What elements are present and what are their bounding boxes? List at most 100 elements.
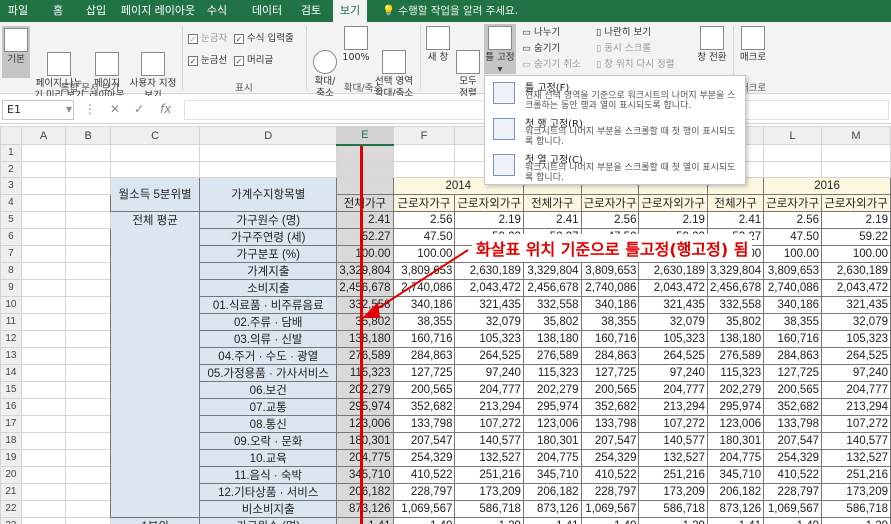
value-cell[interactable]: 213,294: [454, 397, 524, 416]
zoom-100-button[interactable]: 100%: [342, 26, 370, 64]
tab-home[interactable]: 홈: [40, 0, 76, 22]
cell[interactable]: [392, 144, 456, 162]
cell[interactable]: [65, 278, 112, 297]
item-label-cell[interactable]: 가구원수 (명): [199, 210, 338, 229]
menu-item-freeze-top-row[interactable]: 첫 행 고정(R) 워크시트의 나머지 부분을 스크롤할 때 첫 행이 표시되도…: [485, 112, 747, 148]
value-cell[interactable]: 133,798: [580, 414, 640, 433]
cancel-icon[interactable]: ✕: [110, 102, 120, 116]
cell[interactable]: [110, 144, 201, 162]
value-cell[interactable]: 133,798: [392, 414, 456, 433]
value-cell[interactable]: 1.29: [821, 516, 891, 524]
item-label-cell[interactable]: 02.주류 · 담배: [199, 312, 338, 331]
value-cell[interactable]: 160,716: [763, 329, 823, 348]
value-cell[interactable]: 180,301: [706, 431, 765, 450]
row-header[interactable]: 7: [0, 244, 22, 263]
item-label-cell[interactable]: 07.교통: [199, 397, 338, 416]
row-header[interactable]: 21: [0, 482, 22, 501]
value-cell[interactable]: 173,209: [638, 482, 708, 501]
cell[interactable]: [20, 261, 67, 280]
value-cell[interactable]: 410,522: [580, 465, 640, 484]
cell[interactable]: [20, 329, 67, 348]
subheader-cell[interactable]: 전체가구: [336, 193, 394, 212]
tab-formulas[interactable]: 수식: [200, 0, 234, 22]
row-header[interactable]: 13: [0, 346, 22, 365]
value-cell[interactable]: 2.41: [706, 210, 765, 229]
value-cell[interactable]: 873,126: [706, 499, 765, 518]
value-cell[interactable]: 251,216: [638, 465, 708, 484]
value-cell[interactable]: 284,863: [392, 346, 456, 365]
cell[interactable]: [199, 144, 338, 162]
unhide-button[interactable]: ▭ 숨기기 취소: [522, 58, 581, 72]
cell[interactable]: [65, 397, 112, 416]
cell[interactable]: [65, 160, 112, 178]
row-header[interactable]: 3: [0, 177, 22, 195]
value-cell[interactable]: 123,006: [522, 414, 582, 433]
value-cell[interactable]: 2.56: [763, 210, 823, 229]
item-label-cell[interactable]: 01.식료품 · 비주류음료: [199, 295, 338, 314]
freeze-panes-button[interactable]: 틀 고정 ▾: [484, 24, 516, 75]
value-cell[interactable]: 284,863: [580, 346, 640, 365]
value-cell[interactable]: 35,802: [336, 312, 394, 331]
value-cell[interactable]: 127,725: [392, 363, 456, 382]
value-cell[interactable]: 132,527: [821, 448, 891, 467]
cell[interactable]: [65, 380, 112, 399]
value-cell[interactable]: 180,301: [336, 431, 394, 450]
value-cell[interactable]: 207,547: [763, 431, 823, 450]
value-cell[interactable]: 180,301: [522, 431, 582, 450]
cell[interactable]: [20, 448, 67, 467]
cell[interactable]: [20, 177, 67, 195]
value-cell[interactable]: 132,527: [638, 448, 708, 467]
cell[interactable]: [336, 160, 394, 178]
value-cell[interactable]: 59.22: [821, 227, 891, 246]
row-header[interactable]: 5: [0, 210, 22, 229]
item-label-cell[interactable]: 04.주거 · 수도 · 광열: [199, 346, 338, 365]
value-cell[interactable]: 873,126: [522, 499, 582, 518]
value-cell[interactable]: 32,079: [638, 312, 708, 331]
value-cell[interactable]: 2,456,678: [336, 278, 394, 297]
value-cell[interactable]: 207,547: [392, 431, 456, 450]
reset-window-position-button[interactable]: ▯ 창 위치 다시 정렬: [596, 58, 675, 72]
value-cell[interactable]: 228,797: [392, 482, 456, 501]
insert-function-icon[interactable]: fx: [160, 102, 171, 116]
column-header[interactable]: B: [65, 126, 112, 145]
cell[interactable]: [20, 499, 67, 518]
value-cell[interactable]: 97,240: [454, 363, 524, 382]
cell[interactable]: [20, 193, 67, 212]
value-cell[interactable]: 115,323: [706, 363, 765, 382]
item-label-cell[interactable]: 06.보건: [199, 380, 338, 399]
value-cell[interactable]: 97,240: [821, 363, 891, 382]
item-label-cell[interactable]: 12.기타상품 · 서비스: [199, 482, 338, 501]
normal-view-button[interactable]: 기본: [2, 26, 30, 78]
value-cell[interactable]: 3,809,653: [580, 261, 640, 280]
value-cell[interactable]: 2,740,086: [392, 278, 456, 297]
value-cell[interactable]: 200,565: [763, 380, 823, 399]
value-cell[interactable]: 295,974: [522, 397, 582, 416]
cell[interactable]: [336, 144, 394, 162]
value-cell[interactable]: 295,974: [706, 397, 765, 416]
value-cell[interactable]: 202,279: [336, 380, 394, 399]
value-cell[interactable]: 352,682: [763, 397, 823, 416]
enter-check-icon[interactable]: ✓: [134, 102, 144, 116]
value-cell[interactable]: 352,682: [580, 397, 640, 416]
value-cell[interactable]: 138,180: [522, 329, 582, 348]
value-cell[interactable]: 332,558: [336, 295, 394, 314]
value-cell[interactable]: 202,279: [706, 380, 765, 399]
column-header[interactable]: F: [392, 126, 456, 145]
value-cell[interactable]: 140,577: [821, 431, 891, 450]
value-cell[interactable]: 115,323: [336, 363, 394, 382]
header-cell-income-quintile[interactable]: 월소득 5분위별: [110, 177, 201, 212]
value-cell[interactable]: 1,069,567: [763, 499, 823, 518]
value-cell[interactable]: 206,182: [706, 482, 765, 501]
group-cell-all-average[interactable]: 전체 평균: [110, 210, 201, 518]
value-cell[interactable]: 105,323: [454, 329, 524, 348]
value-cell[interactable]: 1.49: [580, 516, 640, 524]
cell[interactable]: [20, 482, 67, 501]
subheader-cell[interactable]: 전체가구: [522, 193, 582, 212]
cell[interactable]: [65, 193, 112, 212]
value-cell[interactable]: 586,718: [821, 499, 891, 518]
value-cell[interactable]: 132,527: [454, 448, 524, 467]
cell[interactable]: [20, 295, 67, 314]
row-header[interactable]: 14: [0, 363, 22, 382]
tab-data[interactable]: 데이터: [244, 0, 290, 22]
subheader-cell[interactable]: 근로자가구: [392, 193, 456, 212]
